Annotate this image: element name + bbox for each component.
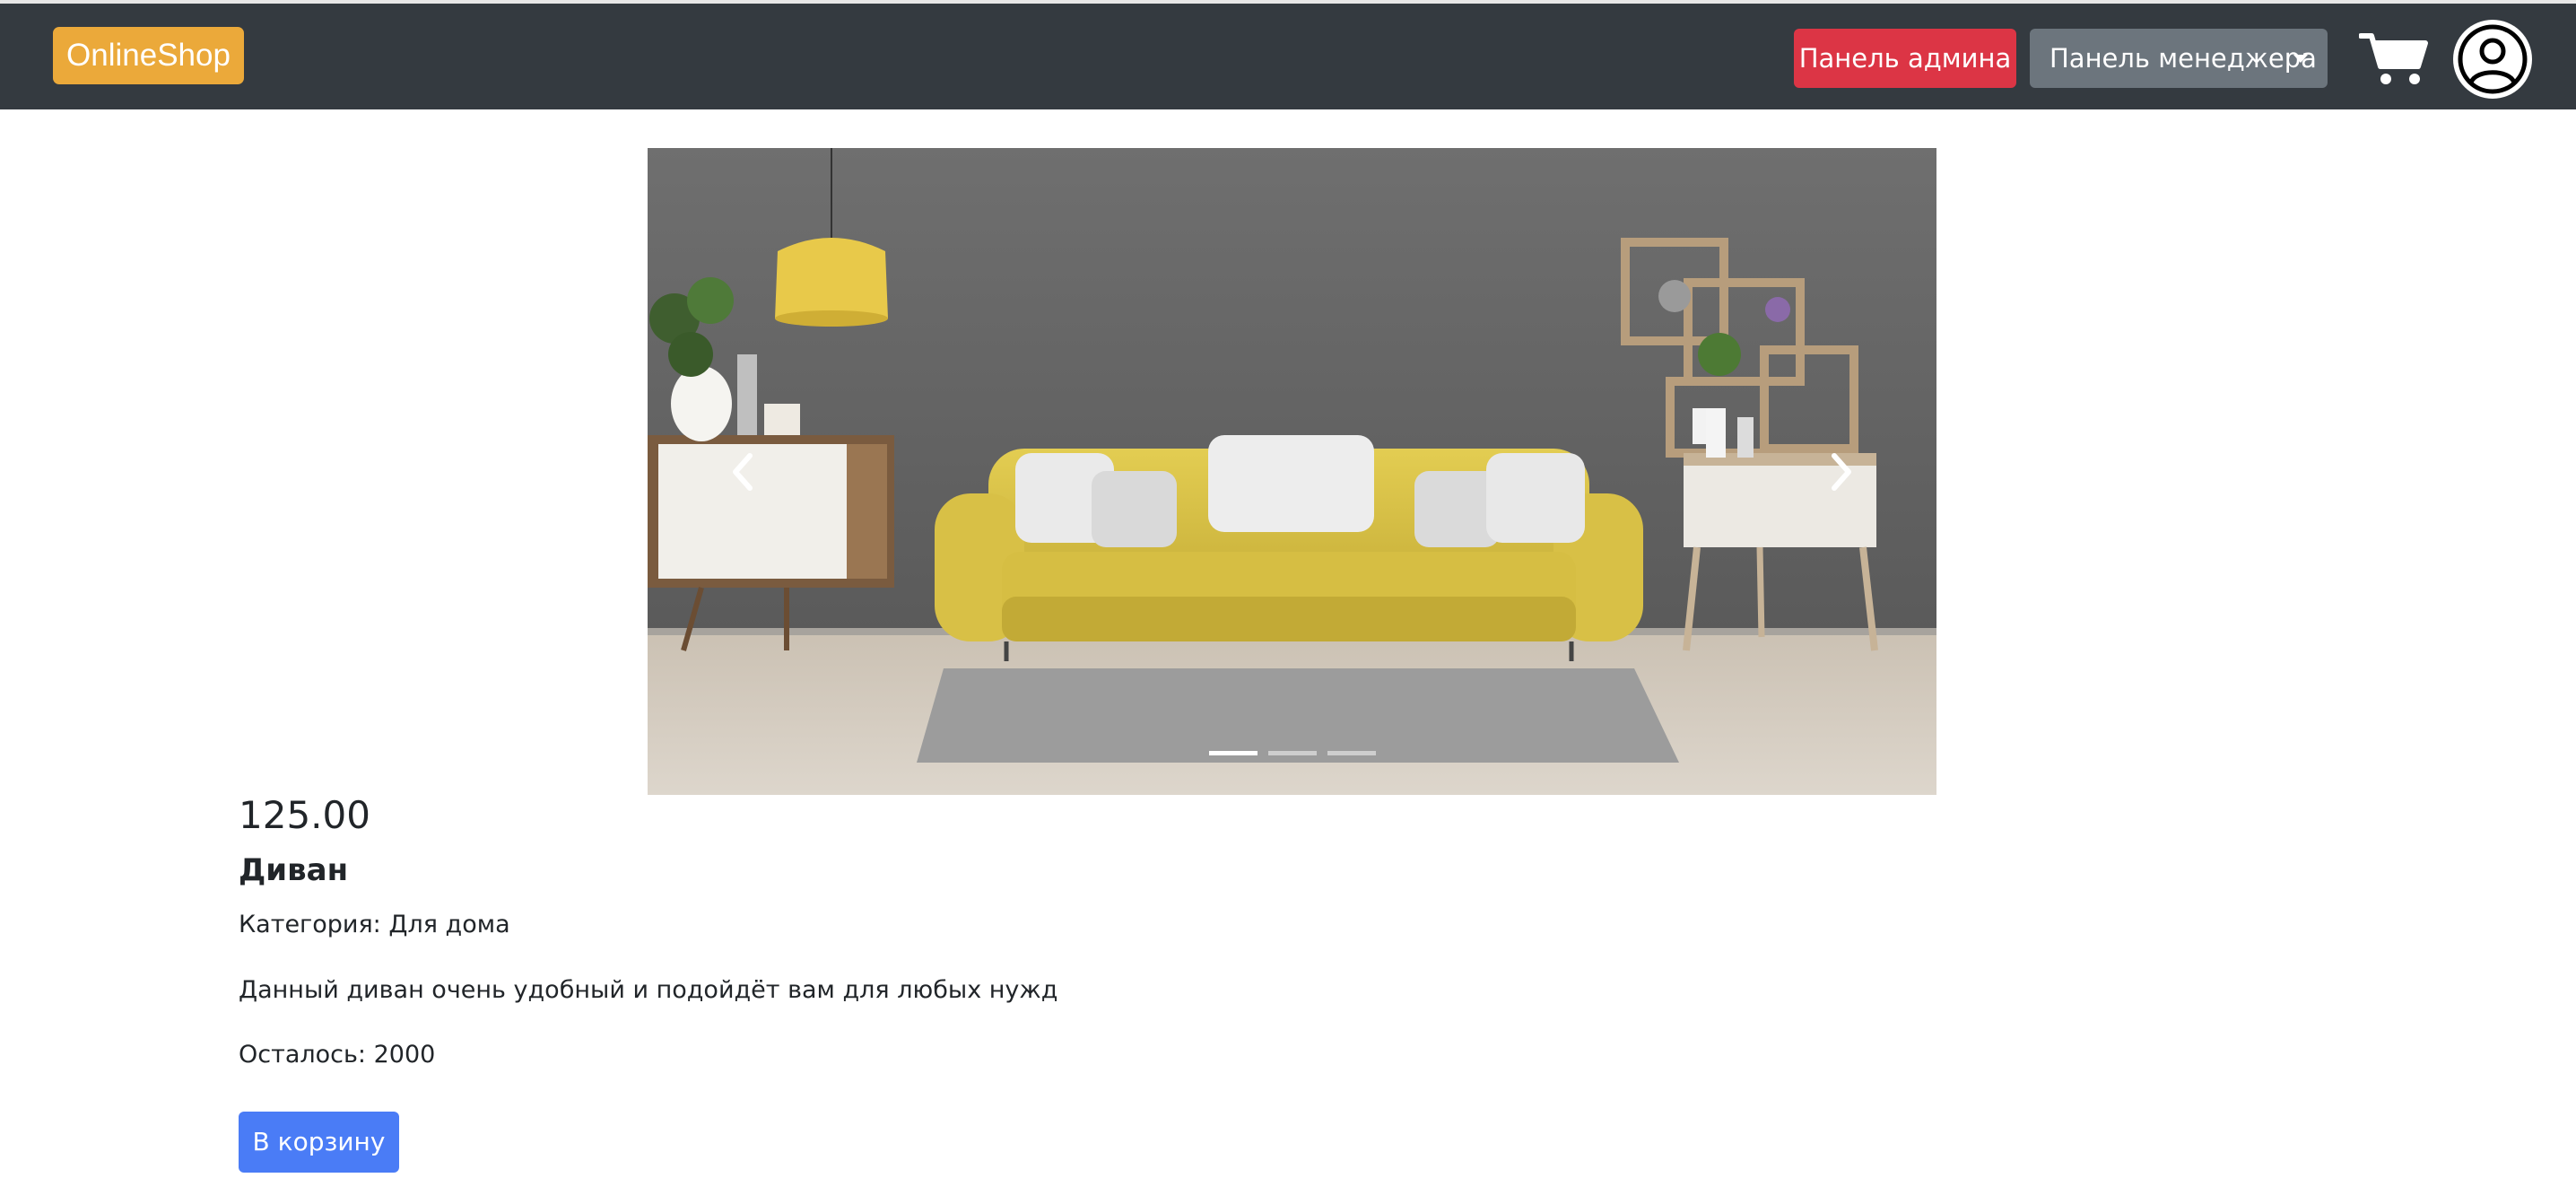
manager-panel-label: Панель менеджера <box>2049 43 2317 74</box>
carousel-indicator-2[interactable] <box>1267 751 1317 755</box>
add-to-cart-button[interactable]: В корзину <box>239 1112 399 1173</box>
product-category: Категория: Для дома <box>239 911 510 938</box>
cart-link[interactable] <box>2358 31 2431 88</box>
carousel-indicator-3[interactable] <box>1327 751 1376 755</box>
profile-link[interactable] <box>2452 19 2533 100</box>
product-stock: Осталось: 2000 <box>239 1041 436 1069</box>
product-price: 125.00 <box>239 793 370 837</box>
admin-panel-button[interactable]: Панель админа <box>1794 29 2016 88</box>
product-description: Данный диван очень удобный и подойдёт ва… <box>239 976 1058 1004</box>
user-circle-icon <box>2453 20 2532 99</box>
carousel-indicator-1[interactable] <box>1208 751 1258 755</box>
carousel-prev-button[interactable] <box>648 148 836 795</box>
caret-down-icon <box>2293 55 2308 63</box>
carousel-next-button[interactable] <box>1748 148 1936 795</box>
sofa-product-image <box>648 148 1936 795</box>
cart-icon <box>2358 33 2428 84</box>
brand-logo[interactable]: OnlineShop <box>53 27 244 84</box>
chevron-right-icon <box>1832 452 1851 491</box>
navbar: OnlineShop Панель админа Панель менеджер… <box>0 0 2576 109</box>
chevron-left-icon <box>733 452 753 491</box>
manager-panel-dropdown[interactable]: Панель менеджера <box>2030 29 2328 88</box>
carousel-indicators <box>648 751 1936 755</box>
product-image-carousel <box>648 148 1936 795</box>
product-name: Диван <box>239 852 349 888</box>
